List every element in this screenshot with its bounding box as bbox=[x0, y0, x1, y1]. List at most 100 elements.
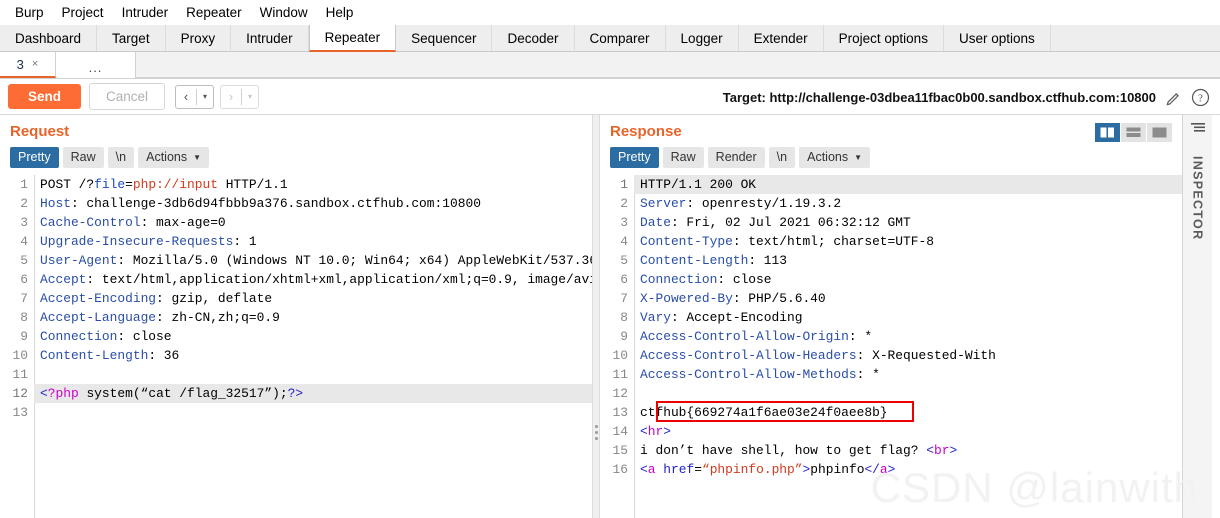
request-line-text: Cache-Control: max-age=0 bbox=[34, 213, 592, 232]
pencil-icon[interactable] bbox=[1165, 89, 1182, 106]
tab-project-options[interactable]: Project options bbox=[824, 25, 944, 51]
tab-repeater[interactable]: Repeater bbox=[308, 25, 397, 52]
code-token: href bbox=[663, 462, 695, 477]
request-line-text: Accept: text/html,application/xhtml+xml,… bbox=[34, 270, 592, 289]
code-token: ?> bbox=[287, 386, 304, 401]
send-button[interactable]: Send bbox=[8, 84, 82, 109]
request-line-text: Accept-Encoding: gzip, deflate bbox=[34, 289, 592, 308]
repeater-tab-more[interactable]: ... bbox=[56, 52, 136, 78]
response-line-text: i don’t have shell, how to get flag? <br… bbox=[634, 441, 1182, 460]
request-line: 1 POST /?file=php://input HTTP/1.1 bbox=[0, 175, 592, 194]
tab-user-options[interactable]: User options bbox=[944, 25, 1051, 51]
code-token: phpinfo bbox=[810, 462, 865, 477]
code-token: > bbox=[887, 462, 896, 477]
tab-response-raw[interactable]: Raw bbox=[662, 146, 704, 168]
response-line: 14 <hr> bbox=[600, 422, 1182, 441]
request-line: 3 Cache-Control: max-age=0 bbox=[0, 213, 592, 232]
line-number: 9 bbox=[20, 329, 28, 344]
action-bar: Send Cancel ‹ ▾ › ▾ Target: http://chall… bbox=[0, 79, 1220, 115]
response-editor[interactable]: 1 HTTP/1.1 200 OK 2 Server: openresty/1.19.… bbox=[600, 175, 1182, 518]
response-pane: Response Pretty Raw Render \n Actions ▼ … bbox=[600, 115, 1182, 518]
tab-request-raw[interactable]: Raw bbox=[62, 146, 104, 168]
cancel-button[interactable]: Cancel bbox=[89, 83, 166, 110]
tab-response-render[interactable]: Render bbox=[707, 146, 765, 168]
request-line: 4 Upgrade-Insecure-Requests: 1 bbox=[0, 232, 592, 251]
menu-item-burp[interactable]: Burp bbox=[6, 0, 53, 25]
code-token: Content-Length bbox=[640, 253, 749, 268]
tab-sequencer[interactable]: Sequencer bbox=[396, 25, 493, 51]
response-actions-label: Actions bbox=[807, 149, 849, 164]
line-number: 2 bbox=[620, 196, 628, 211]
target-area: Target: http://challenge-03dbea11fbac0b0… bbox=[723, 79, 1210, 115]
inspector-panel[interactable]: INSPECTOR bbox=[1182, 115, 1212, 518]
response-line-text: Access-Control-Allow-Origin: * bbox=[634, 327, 1182, 346]
inspector-toggle-icon[interactable] bbox=[1190, 121, 1206, 140]
request-actions-button[interactable]: Actions ▼ bbox=[138, 146, 210, 168]
code-token: Access-Control-Allow-Methods bbox=[640, 367, 857, 382]
code-token: Accept bbox=[40, 272, 87, 287]
menu-item-intruder[interactable]: Intruder bbox=[113, 0, 178, 25]
tab-logger[interactable]: Logger bbox=[666, 25, 739, 51]
pane-resize-handle[interactable] bbox=[592, 115, 600, 518]
code-token: : close bbox=[717, 272, 772, 287]
question-icon[interactable]: ? bbox=[1191, 88, 1210, 107]
tab-request-pretty[interactable]: Pretty bbox=[10, 146, 59, 168]
code-token: ; bbox=[279, 386, 288, 401]
menu-item-help[interactable]: Help bbox=[317, 0, 363, 25]
main-tab-bar: Dashboard Target Proxy Intruder Repeater Sequ… bbox=[0, 25, 1220, 52]
next-request-button[interactable]: › ▾ bbox=[220, 84, 260, 109]
response-line: 9 Access-Control-Allow-Origin: * bbox=[600, 327, 1182, 346]
code-token: </ bbox=[864, 462, 880, 477]
line-number: 16 bbox=[612, 462, 628, 477]
tab-decoder[interactable]: Decoder bbox=[492, 25, 575, 51]
line-number: 5 bbox=[20, 253, 28, 268]
response-line-text: Date: Fri, 02 Jul 2021 06:32:12 GMT bbox=[634, 213, 1182, 232]
tab-target[interactable]: Target bbox=[97, 25, 166, 51]
request-line: 8 Accept-Language: zh-CN,zh;q=0.9 bbox=[0, 308, 592, 327]
request-line: 7 Accept-Encoding: gzip, deflate bbox=[0, 289, 592, 308]
request-view-tabs: Pretty Raw \n Actions ▼ bbox=[0, 145, 592, 169]
menu-item-window[interactable]: Window bbox=[251, 0, 317, 25]
inspector-label: INSPECTOR bbox=[1190, 156, 1205, 241]
tab-dashboard[interactable]: Dashboard bbox=[0, 25, 98, 51]
code-token: : * bbox=[848, 329, 873, 344]
prev-request-button[interactable]: ‹ ▾ bbox=[175, 84, 215, 109]
history-nav-group: ‹ ▾ › ▾ bbox=[175, 84, 260, 109]
code-token: HTTP/1.1 bbox=[217, 177, 288, 192]
tab-strip-filler bbox=[136, 52, 1220, 78]
code-token: : openresty/1.19.3.2 bbox=[686, 196, 842, 211]
code-token: Upgrade-Insecure-Requests bbox=[40, 234, 234, 249]
split-vertical-icon[interactable] bbox=[1095, 123, 1120, 142]
request-editor[interactable]: 1 POST /?file=php://input HTTP/1.1 2 Host: … bbox=[0, 175, 592, 518]
code-token: br bbox=[933, 443, 950, 458]
code-token: : PHP/5.6.40 bbox=[732, 291, 826, 306]
tab-request-newline[interactable]: \n bbox=[107, 146, 135, 168]
code-token: hr bbox=[647, 424, 664, 439]
line-number: 11 bbox=[612, 367, 628, 382]
response-line: 11 Access-Control-Allow-Methods: * bbox=[600, 365, 1182, 384]
code-token: Server bbox=[640, 196, 687, 211]
tab-proxy[interactable]: Proxy bbox=[166, 25, 232, 51]
line-number: 7 bbox=[620, 291, 628, 306]
response-line: 12 bbox=[600, 384, 1182, 403]
line-number: 5 bbox=[620, 253, 628, 268]
request-line-text: Connection: close bbox=[34, 327, 592, 346]
menu-bar: Burp Project Intruder Repeater Window Help bbox=[0, 0, 1220, 25]
tab-intruder[interactable]: Intruder bbox=[231, 25, 309, 51]
response-actions-button[interactable]: Actions ▼ bbox=[799, 146, 871, 168]
split-horizontal-icon[interactable] bbox=[1121, 123, 1146, 142]
single-pane-icon[interactable] bbox=[1147, 123, 1172, 142]
menu-item-repeater[interactable]: Repeater bbox=[177, 0, 251, 25]
menu-item-project[interactable]: Project bbox=[53, 0, 113, 25]
tab-response-pretty[interactable]: Pretty bbox=[610, 146, 659, 168]
code-token: “phpinfo.php” bbox=[701, 462, 803, 477]
tab-extender[interactable]: Extender bbox=[739, 25, 824, 51]
code-token: Cache-Control bbox=[40, 215, 141, 230]
code-token: Accept-Encoding bbox=[40, 291, 157, 306]
code-token: system( bbox=[78, 386, 141, 401]
tab-comparer[interactable]: Comparer bbox=[575, 25, 666, 51]
close-icon[interactable]: × bbox=[32, 58, 38, 70]
repeater-tab-3[interactable]: 3 × bbox=[0, 52, 56, 78]
response-line-text: <a href=“phpinfo.php”>phpinfo</a> bbox=[634, 460, 1182, 479]
tab-response-newline[interactable]: \n bbox=[768, 146, 796, 168]
